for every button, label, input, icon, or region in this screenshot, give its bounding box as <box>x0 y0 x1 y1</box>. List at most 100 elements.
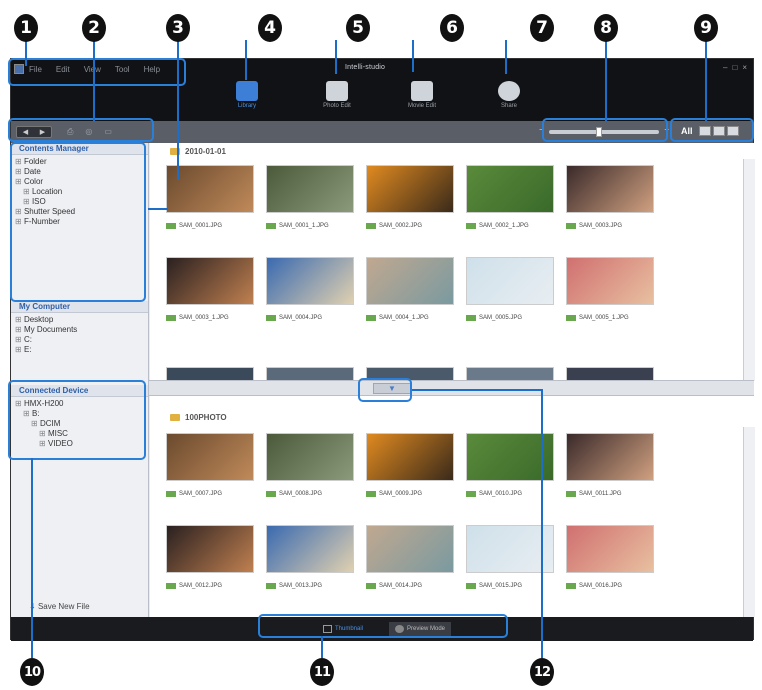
photo-thumbnail[interactable] <box>466 257 554 305</box>
tree-item[interactable]: ⊞ C: <box>15 335 144 345</box>
photo-caption: SAM_0004_1.JPG <box>366 313 456 323</box>
photo-filename: SAM_0012.JPG <box>179 583 223 589</box>
photo-filename: SAM_0007.JPG <box>179 491 223 497</box>
globe-icon <box>498 81 520 101</box>
photo-thumbnail[interactable] <box>566 525 654 573</box>
tree-item[interactable]: ⊞ My Documents <box>15 325 144 335</box>
photo-thumbnail[interactable] <box>166 257 254 305</box>
photo-thumbnail[interactable] <box>366 525 454 573</box>
jpg-badge-icon <box>466 315 476 321</box>
photo-caption: SAM_0016.JPG <box>566 581 656 591</box>
highlight-view-buttons <box>670 118 754 142</box>
expand-icon[interactable]: ⊞ <box>15 325 24 334</box>
leader-5 <box>335 40 337 74</box>
photo-thumbnail[interactable] <box>566 367 654 381</box>
photo-caption: SAM_0007.JPG <box>166 489 256 499</box>
photo-filename: SAM_0003_1.JPG <box>179 315 229 321</box>
photo-thumbnail[interactable] <box>366 433 454 481</box>
tree-item-label: C: <box>23 335 32 344</box>
jpg-badge-icon <box>266 583 276 589</box>
jpg-badge-icon <box>266 315 276 321</box>
photo-thumbnail[interactable] <box>566 165 654 213</box>
photo-thumbnail[interactable] <box>466 367 554 381</box>
photo-filename: SAM_0002_1.JPG <box>479 223 529 229</box>
photo-thumbnail[interactable] <box>366 165 454 213</box>
photo-thumbnail[interactable] <box>466 165 554 213</box>
jpg-badge-icon <box>466 583 476 589</box>
jpg-badge-icon <box>166 223 176 229</box>
highlight-bottom-tabs <box>258 614 508 638</box>
app-title: Intelli-studio <box>345 64 386 71</box>
callout-5: 5 <box>346 14 370 42</box>
jpg-badge-icon <box>166 583 176 589</box>
mode-library[interactable]: Library <box>217 77 277 119</box>
minimize-button[interactable]: – <box>723 63 727 72</box>
save-new-file-label: Save New File <box>37 602 90 611</box>
photo-thumbnail[interactable] <box>266 257 354 305</box>
photo-filename: SAM_0001_1.JPG <box>279 223 329 229</box>
photo-thumbnail[interactable] <box>566 433 654 481</box>
top-thumbnail-grid: SAM_0001.JPG SAM_0001_1.JPG SAM_0002.JPG SA… <box>150 159 755 381</box>
photo-thumbnail[interactable] <box>566 257 654 305</box>
top-scrollbar[interactable] <box>743 159 755 381</box>
tree-item[interactable]: ⊞ Desktop <box>15 315 144 325</box>
photo-thumbnail[interactable] <box>166 525 254 573</box>
photo-thumbnail[interactable] <box>266 367 354 381</box>
photo-thumbnail[interactable] <box>266 525 354 573</box>
leader-2 <box>93 40 95 122</box>
photo-filename: SAM_0003.JPG <box>579 223 623 229</box>
mode-share-label: Share <box>500 103 517 109</box>
callout-10: 10 <box>20 658 44 686</box>
jpg-badge-icon <box>166 315 176 321</box>
callout-9: 9 <box>694 14 718 42</box>
callout-12: 12 <box>530 658 554 686</box>
leader-1 <box>25 40 27 66</box>
tree-item-label: Desktop <box>23 315 54 324</box>
photo-caption: SAM_0012.JPG <box>166 581 256 591</box>
mode-share[interactable]: Share <box>479 77 539 119</box>
jpg-badge-icon <box>366 223 376 229</box>
close-button[interactable]: × <box>742 63 747 72</box>
photo-filename: SAM_0005.JPG <box>479 315 523 321</box>
panel-splitter: ▼ <box>149 380 754 396</box>
photo-thumbnail[interactable] <box>166 367 254 381</box>
maximize-button[interactable]: □ <box>732 63 737 72</box>
mode-photo-edit[interactable]: Photo Edit <box>307 77 367 119</box>
photo-thumbnail[interactable] <box>166 433 254 481</box>
mode-tabs: Library Photo Edit Movie Edit Share <box>217 77 537 119</box>
jpg-badge-icon <box>366 583 376 589</box>
photo-thumbnail[interactable] <box>266 165 354 213</box>
photo-caption: SAM_0013.JPG <box>266 581 356 591</box>
folder-icon <box>170 413 180 421</box>
save-new-file-button[interactable]: ⬇ Save New File <box>29 602 90 611</box>
photo-filename: SAM_0016.JPG <box>579 583 623 589</box>
leader-11 <box>321 636 323 658</box>
photo-thumbnail[interactable] <box>266 433 354 481</box>
photo-thumbnail[interactable] <box>366 257 454 305</box>
expand-icon[interactable]: ⊞ <box>15 315 24 324</box>
expand-icon[interactable]: ⊞ <box>15 345 24 354</box>
window-controls: – □ × <box>723 63 747 72</box>
expand-icon[interactable]: ⊞ <box>15 335 24 344</box>
callout-3: 3 <box>166 14 190 42</box>
highlight-splitter <box>358 378 412 402</box>
jpg-badge-icon <box>466 223 476 229</box>
photo-filename: SAM_0011.JPG <box>579 491 622 497</box>
leader-9 <box>705 40 707 122</box>
top-folder-name: 2010-01-01 <box>185 146 226 156</box>
jpg-badge-icon <box>566 491 576 497</box>
photo-filename: SAM_0008.JPG <box>279 491 323 497</box>
mode-movie-edit[interactable]: Movie Edit <box>392 77 452 119</box>
callout-4: 4 <box>258 14 282 42</box>
my-computer-tree: ⊞ Desktop ⊞ My Documents ⊞ C: ⊞ E: <box>11 313 148 373</box>
photo-caption: SAM_0003.JPG <box>566 221 656 231</box>
photo-thumbnail[interactable] <box>166 165 254 213</box>
callout-2: 2 <box>82 14 106 42</box>
movie-edit-icon <box>411 81 433 101</box>
highlight-menubar <box>8 58 186 86</box>
bottom-scrollbar[interactable] <box>743 427 755 617</box>
leader-10 <box>31 458 33 658</box>
photo-edit-icon <box>326 81 348 101</box>
photo-filename: SAM_0009.JPG <box>379 491 423 497</box>
tree-item[interactable]: ⊞ E: <box>15 345 144 355</box>
